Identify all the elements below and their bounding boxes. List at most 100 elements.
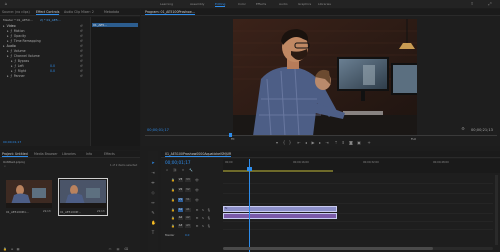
effect-row[interactable]: ▸ ƒ Panner ↺	[0, 74, 90, 78]
tab-libraries[interactable]: Libraries	[62, 151, 76, 157]
track-target-toggle[interactable]: A3	[178, 224, 183, 228]
track-target-toggle[interactable]: V2	[178, 188, 183, 192]
new-item-icon[interactable]: ▤	[116, 247, 120, 251]
fx-toggle-icon[interactable]: ƒ	[11, 49, 12, 53]
fx-toggle-icon[interactable]: ƒ	[11, 39, 12, 43]
tab-audio-clip-mixer-2[interactable]: Audio Clip Mixer: 2	[64, 9, 94, 15]
fx-toggle-icon[interactable]: ƒ	[15, 64, 16, 68]
timeline-playhead[interactable]	[249, 159, 250, 252]
track-lane[interactable]	[223, 187, 493, 194]
tab-program[interactable]: Program: 01_AE5100Proshow…	[145, 9, 195, 15]
tab-source-no-clips[interactable]: Source: (no clips)	[2, 9, 30, 15]
tab-media-browser[interactable]: Media Browser	[34, 151, 58, 157]
reset-icon[interactable]: ↺	[80, 69, 83, 73]
track-lock-icon[interactable]: 🔒	[171, 208, 175, 212]
new-bin-icon[interactable]: ▭	[108, 247, 112, 251]
disclosure-triangle-icon[interactable]: ▸	[7, 54, 9, 58]
microphone-icon[interactable]: 🎙	[207, 224, 211, 228]
go-to-in-icon[interactable]: ⇤	[297, 141, 301, 145]
effect-row[interactable]: ▸ ƒ Volume ↺	[0, 49, 90, 53]
reset-icon[interactable]: ↺	[80, 44, 83, 48]
tab-info[interactable]: Info	[86, 151, 92, 157]
effect-row[interactable]: ▸ ƒ Time Remapping ↺	[0, 39, 90, 43]
solo-icon[interactable]: S	[201, 224, 205, 228]
track-lane[interactable]	[223, 177, 493, 184]
ripple-edit-icon[interactable]: ⇹	[151, 181, 155, 185]
mark-out-icon[interactable]: }	[288, 141, 292, 145]
solo-icon[interactable]: S	[201, 216, 205, 220]
effect-row-value[interactable]: 0.0	[50, 64, 55, 68]
effect-row[interactable]: ▸ ƒ Channel Volume ↺	[0, 54, 90, 58]
home-icon[interactable]: ⌂	[4, 2, 8, 6]
workspace-tab-assembly[interactable]: Assembly	[190, 2, 204, 6]
project-clip[interactable]: 01_AE5100Pr… 21;13	[58, 178, 108, 216]
disclosure-triangle-icon[interactable]: ▸	[7, 29, 9, 33]
mini-clip-chip[interactable]: 01_AE5…	[92, 23, 138, 27]
step-forward-icon[interactable]: ▸	[318, 141, 322, 145]
effect-row[interactable]: ▸ ƒ Opacity ↺	[0, 34, 90, 38]
microphone-icon[interactable]: 🎙	[207, 208, 211, 212]
workspace-tab-audio[interactable]: Audio	[279, 2, 288, 6]
tab-sequence[interactable]: 01_AE5100Proshow0000AquatickelSMjUR	[165, 151, 232, 157]
track-target-toggle[interactable]: A1	[178, 208, 183, 212]
track-lock-icon[interactable]: 🔒	[171, 224, 175, 228]
fit-dropdown[interactable]: Fit	[231, 137, 235, 141]
add-marker-timeline-icon[interactable]: ▾	[181, 168, 185, 172]
fx-toggle-icon[interactable]: ƒ	[15, 59, 16, 63]
disclosure-triangle-icon[interactable]: ▸	[7, 74, 9, 78]
master-track-value[interactable]: 0.0	[185, 233, 189, 237]
go-to-out-icon[interactable]: ⇥	[325, 141, 329, 145]
work-area-bar[interactable]	[223, 170, 333, 172]
fx-toggle-icon[interactable]: ƒ	[11, 29, 12, 33]
mute-icon[interactable]: M	[195, 216, 199, 220]
snap-icon[interactable]: ∩	[165, 168, 169, 172]
track-lock-icon[interactable]: 🔒	[171, 216, 175, 220]
workspace-tab-learning[interactable]: Learning	[160, 2, 173, 6]
project-clip[interactable]: 01_AE5100Pro… 21;13	[4, 178, 54, 216]
scrollbar-thumb[interactable]	[223, 247, 433, 250]
timeline-timecode[interactable]: 00;00;01;17	[165, 160, 191, 165]
program-timecode-left[interactable]: 00;00;01;17	[147, 128, 169, 132]
icon-view-icon[interactable]: ▦	[16, 247, 20, 251]
sequence-clip-label[interactable]: 2) * 01_AE5…	[40, 18, 61, 22]
reset-icon[interactable]: ↺	[80, 24, 83, 28]
eye-icon[interactable]: 👁	[195, 178, 199, 182]
tab-effects[interactable]: Effects	[104, 151, 115, 157]
reset-icon[interactable]: ↺	[80, 64, 83, 68]
time-ruler[interactable]: 00;00 00;00;16;00 00;00;32;00 00;00;48;00	[223, 159, 500, 173]
list-view-icon[interactable]: ≡	[10, 247, 14, 251]
effect-row[interactable]: ▸ ƒ Right 0.0 ↺	[0, 69, 90, 73]
reset-icon[interactable]: ↺	[80, 34, 83, 38]
timeline-horizontal-scrollbar[interactable]	[223, 247, 493, 250]
fx-toggle-icon[interactable]: ƒ	[11, 74, 12, 78]
effect-row[interactable]: ▸ Audio ↺	[0, 44, 90, 48]
mute-icon[interactable]: M	[195, 224, 199, 228]
workspace-tab-effects[interactable]: Effects	[256, 2, 266, 6]
effect-row[interactable]: ▸ ƒ Motion ↺	[0, 29, 90, 33]
fx-toggle-icon[interactable]: ƒ	[11, 34, 12, 38]
program-scrub-bar[interactable]	[145, 135, 497, 136]
add-button-icon[interactable]: +	[367, 141, 371, 145]
step-back-icon[interactable]: ◂	[304, 141, 308, 145]
workspace-tab-graphics[interactable]: Graphics	[298, 2, 311, 6]
mark-in-icon[interactable]: {	[282, 141, 286, 145]
eye-icon[interactable]: 👁	[195, 198, 199, 202]
disclosure-triangle-icon[interactable]: ▸	[11, 59, 13, 63]
audio-clip[interactable]	[223, 213, 337, 219]
disclosure-triangle-icon[interactable]: ▸	[7, 34, 9, 38]
lift-icon[interactable]: ⇡	[334, 141, 338, 145]
selection-tool-icon[interactable]: ➤	[151, 161, 155, 165]
pen-tool-icon[interactable]: ✎	[151, 211, 155, 215]
track-lane[interactable]	[223, 197, 493, 204]
effect-row[interactable]: ▸ ƒ Bypass ↺	[0, 59, 90, 63]
export-frame-icon[interactable]: ◙	[349, 141, 353, 145]
effect-row-value[interactable]: 0.0	[50, 69, 55, 73]
disclosure-triangle-icon[interactable]: ▸	[11, 69, 13, 73]
wrench-icon[interactable]: 🔧	[189, 168, 193, 172]
add-marker-icon[interactable]: ▾	[275, 141, 279, 145]
solo-icon[interactable]: S	[201, 208, 205, 212]
track-lane[interactable]	[223, 223, 493, 230]
timeline-vertical-scrollbar[interactable]	[495, 175, 498, 245]
microphone-icon[interactable]: 🎙	[207, 216, 211, 220]
track-lock-icon[interactable]: 🔒	[171, 178, 175, 182]
